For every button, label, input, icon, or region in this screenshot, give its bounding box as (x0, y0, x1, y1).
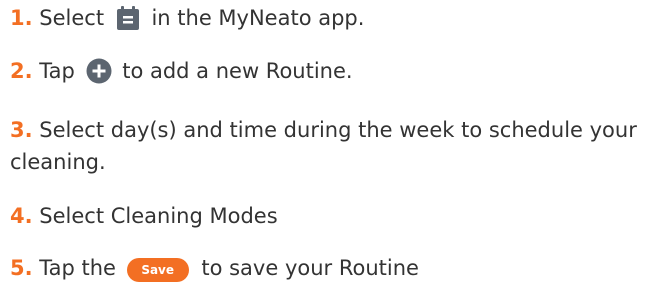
save-button: Save (126, 258, 189, 282)
step-number: 1. (10, 6, 33, 30)
step-text-before: Tap the (39, 256, 116, 280)
step-text-before: Select (39, 6, 105, 30)
step-text-after: in the MyNeato app. (151, 6, 365, 30)
calendar-icon (115, 5, 141, 30)
step-1: 1. Select in the MyNeato app. (10, 2, 653, 34)
step-number: 5. (10, 256, 33, 280)
plus-circle-icon (86, 58, 112, 84)
step-number: 2. (10, 59, 33, 83)
step-text-after: to add a new Routine. (122, 59, 353, 83)
step-3: 3. Select day(s) and time during the wee… (10, 114, 653, 178)
step-text-after: to save your Routine (201, 256, 419, 280)
step-4: 4. Select Cleaning Modes (10, 200, 653, 232)
step-text: Select day(s) and time during the week t… (10, 118, 637, 174)
step-5: 5. Tap the Save to save your Routine (10, 252, 653, 284)
step-text: Select Cleaning Modes (39, 204, 278, 228)
step-number: 3. (10, 118, 33, 142)
step-2: 2. Tap to add a new Routine. (10, 55, 653, 87)
step-number: 4. (10, 204, 33, 228)
step-text-before: Tap (39, 59, 75, 83)
